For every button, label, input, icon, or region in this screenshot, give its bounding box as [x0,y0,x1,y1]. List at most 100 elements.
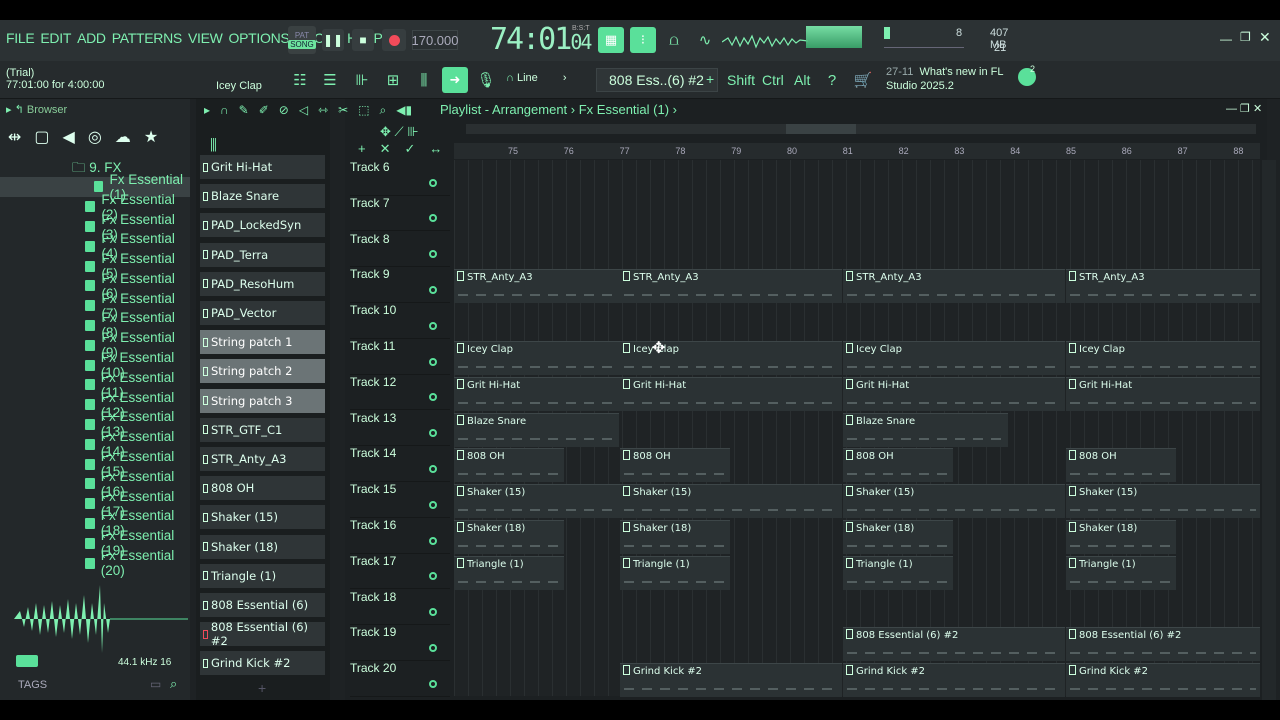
search-icon[interactable]: ⌕ [170,676,177,692]
channel-button[interactable]: PAD_ResoHum [200,271,325,296]
pattern-clip[interactable]: Icey Clap [843,341,1065,375]
track-led-icon[interactable] [429,250,437,259]
channel-button[interactable]: Blaze Snare [200,184,325,209]
browser-button[interactable]: ⊞ [381,68,405,92]
pattern-clip[interactable]: Grind Kick #2 [1066,663,1260,698]
zoom-icon[interactable]: ⌕ [380,103,387,118]
pattern-clip[interactable]: Icey Clap [1066,341,1260,375]
pattern-clip[interactable]: STR_Anty_A3 [843,269,1065,304]
channel-button[interactable]: PAD_Vector [200,301,325,325]
playlist-window-controls[interactable]: — ❐ ✕ [1226,102,1262,115]
channel-mute-icon[interactable] [203,454,208,464]
pattern-clip[interactable]: 808 OH [454,448,564,483]
pattern-clip[interactable]: 808 OH [843,448,953,483]
track-header[interactable]: Track 17 [350,554,450,590]
channel-mute-icon[interactable] [203,600,208,610]
track-header[interactable]: Track 20 [350,661,450,697]
channel-mute-icon[interactable] [203,542,208,552]
track-led-icon[interactable] [429,536,437,545]
channel-button[interactable]: 808 Essential (6) #2 [200,620,325,648]
channel-button[interactable]: Grit Hi-Hat [200,155,325,179]
horizontal-scrollbar[interactable] [466,124,1256,134]
track-led-icon[interactable] [429,321,437,330]
magnet-icon[interactable]: ∩ [220,103,229,118]
pattern-clip[interactable]: 808 Essential (6) #2 [1066,627,1260,662]
channel-mute-icon[interactable] [203,512,208,522]
playlist-view-button[interactable]: ☷ [288,68,312,92]
add-pattern-button[interactable]: + [706,71,714,87]
channel-button[interactable]: STR_Anty_A3 [200,447,325,471]
piano-roll-button[interactable]: ⊪ [350,68,374,92]
pattern-clip[interactable]: 808 OH [620,448,730,483]
track-header[interactable]: Track 8 [350,232,450,268]
track-led-icon[interactable] [429,429,437,438]
pattern-clip[interactable]: Shaker (15) [620,484,842,519]
track-led-icon[interactable] [429,357,437,366]
channel-mute-icon[interactable] [203,279,208,289]
star-icon[interactable]: ★ [144,127,158,147]
channel-mute-icon[interactable] [203,250,208,260]
channel-mute-icon[interactable] [203,483,208,493]
pattern-clip[interactable]: 808 OH [1066,448,1176,483]
pattern-clip[interactable]: Grind Kick #2 [843,663,1065,698]
pattern-clip[interactable]: Shaker (18) [454,520,564,554]
stop-button[interactable]: ■ [352,29,374,51]
slip-icon[interactable]: ⇿ [318,103,328,118]
countdown-button[interactable]: ∿ [693,28,717,52]
pattern-clip[interactable]: Blaze Snare [454,412,619,447]
channel-mute-icon[interactable] [203,366,208,376]
slice-icon[interactable]: ✂ [338,103,348,118]
channel-button[interactable]: Triangle (1) [200,563,325,588]
track-header[interactable]: Track 19 [350,625,450,662]
channel-button[interactable]: String patch 1 [200,330,325,355]
track-header[interactable]: Track 9 [350,267,450,304]
menu-view[interactable]: VIEW [188,30,223,46]
select-icon[interactable]: ⬚ [358,103,369,118]
track-header[interactable]: Track 10 [350,303,450,339]
channel-button[interactable]: Shaker (18) [200,534,325,559]
brush-icon[interactable]: ✐ [259,103,269,118]
track-led-icon[interactable] [429,500,437,509]
pattern-clip[interactable]: Shaker (18) [620,520,730,554]
pause-button[interactable]: ❚❚ [322,29,344,51]
channel-mute-icon[interactable] [203,629,208,639]
channel-button[interactable]: String patch 3 [200,388,325,413]
track-header[interactable]: Track 18 [350,590,450,626]
track-header[interactable]: Track 13 [350,411,450,447]
track-header[interactable]: Track 12 [350,375,450,411]
maximize-button[interactable]: ❐ [1240,30,1251,44]
pattern-clip[interactable]: Shaker (18) [1066,520,1176,554]
pattern-clip[interactable]: STR_Anty_A3 [620,269,842,304]
add-channel-button[interactable]: + [258,680,266,696]
track-led-icon[interactable] [429,679,437,688]
track-header[interactable]: Track 6 [350,160,450,196]
pattern-clip[interactable]: Shaker (15) [843,484,1065,519]
track-led-icon[interactable] [429,644,437,653]
preview-play-button[interactable] [16,655,38,667]
timeline-ruler[interactable]: 75 76 77 78 79 80 81 82 83 84 85 86 87 88 [454,143,1260,159]
pencil-icon[interactable]: ✎ [239,103,249,118]
plugin-button[interactable]: ➜ [442,67,468,93]
track-led-icon[interactable] [429,608,437,617]
pattern-clip[interactable]: Grind Kick #2 [620,663,842,698]
delete-icon[interactable]: ⊘ [279,103,289,118]
mic-button[interactable]: 🎙 [474,68,498,92]
playlist-nav-icons[interactable]: ✥ ⟋ ⊪ [380,124,419,140]
channel-rack-icon[interactable]: ⫼ [210,137,217,154]
channel-button[interactable]: 808 OH [200,476,325,501]
track-led-icon[interactable] [429,178,437,187]
channel-mute-icon[interactable] [203,162,208,172]
menu-add[interactable]: ADD [77,30,106,46]
mixer-button[interactable]: ⫼ [412,68,436,92]
channel-mute-icon[interactable] [203,191,208,201]
channel-mute-icon[interactable] [203,425,208,435]
tags-label[interactable]: TAGS [18,679,47,691]
pattern-selector[interactable]: 808 Ess..(6) #2 [596,68,718,92]
help-button[interactable]: ? [820,68,844,92]
browser-item[interactable]: Fx Essential (20) [0,548,190,578]
close-button[interactable]: ✕ [1259,29,1271,46]
shop-button[interactable]: 🛒 [851,68,875,92]
pattern-clip[interactable]: Grit Hi-Hat [1066,376,1260,411]
pat-song-toggle[interactable]: PAT SONG [288,26,316,54]
typing-keyboard-button[interactable]: ▦ [598,27,624,53]
